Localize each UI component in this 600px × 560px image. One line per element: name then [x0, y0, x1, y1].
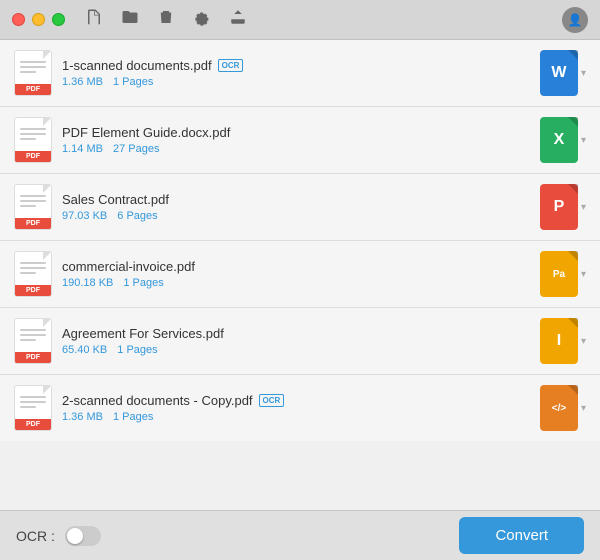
avatar-area: 👤 [562, 7, 588, 33]
file-size: 65.40 KB [62, 344, 107, 356]
bottom-bar: OCR : Convert [0, 510, 600, 560]
file-list: PDF 1-scanned documents.pdf OCR 1.36 MB 1 Pa… [0, 40, 600, 510]
close-button[interactable] [12, 13, 25, 26]
chevron-right-icon: ▾ [581, 269, 586, 280]
maximize-button[interactable] [52, 13, 65, 26]
pdf-icon: PDF [14, 318, 52, 364]
file-info: 2-scanned documents - Copy.pdf OCR 1.36 MB… [62, 393, 540, 423]
toolbar [85, 8, 247, 31]
chevron-right-icon: ▾ [581, 403, 586, 414]
file-pages[interactable]: 1 Pages [123, 277, 163, 289]
pdf-icon: PDF [14, 251, 52, 297]
chevron-right-icon: ▾ [581, 202, 586, 213]
file-size: 190.18 KB [62, 277, 113, 289]
file-pages[interactable]: 6 Pages [117, 210, 157, 222]
file-item: PDF commercial-invoice.pdf 190.18 KB 1 Page… [0, 241, 600, 308]
file-item: PDF 2-scanned documents - Copy.pdf OCR 1.36… [0, 375, 600, 441]
open-folder-icon[interactable] [121, 8, 139, 31]
file-name: Sales Contract.pdf [62, 192, 169, 207]
pdf-icon: PDF [14, 385, 52, 431]
file-size: 97.03 KB [62, 210, 107, 222]
file-info: Agreement For Services.pdf 65.40 KB 1 Page… [62, 326, 540, 356]
ocr-badge: OCR [218, 59, 244, 72]
output-format-icon[interactable]: Pa [540, 251, 578, 297]
ocr-label: OCR : [16, 528, 55, 544]
file-item: PDF 1-scanned documents.pdf OCR 1.36 MB 1 Pa… [0, 40, 600, 107]
file-item: PDF PDF Element Guide.docx.pdf 1.14 MB 27 P… [0, 107, 600, 174]
title-bar: 👤 [0, 0, 600, 40]
delete-icon[interactable] [157, 8, 175, 31]
file-size: 1.36 MB [62, 411, 103, 423]
avatar: 👤 [562, 7, 588, 33]
file-pages[interactable]: 27 Pages [113, 143, 159, 155]
file-info: 1-scanned documents.pdf OCR 1.36 MB 1 Pages [62, 58, 540, 88]
file-size: 1.36 MB [62, 76, 103, 88]
file-name: 1-scanned documents.pdf [62, 58, 212, 73]
file-pages[interactable]: 1 Pages [117, 344, 157, 356]
ocr-badge: OCR [259, 394, 285, 407]
file-name: commercial-invoice.pdf [62, 259, 195, 274]
file-size: 1.14 MB [62, 143, 103, 155]
file-pages[interactable]: 1 Pages [113, 411, 153, 423]
file-info: commercial-invoice.pdf 190.18 KB 1 Pages [62, 259, 540, 289]
file-name: 2-scanned documents - Copy.pdf [62, 393, 253, 408]
file-name: Agreement For Services.pdf [62, 326, 224, 341]
output-format-icon[interactable]: X [540, 117, 578, 163]
pdf-icon: PDF [14, 184, 52, 230]
new-file-icon[interactable] [85, 8, 103, 31]
file-pages[interactable]: 1 Pages [113, 76, 153, 88]
file-item: PDF Sales Contract.pdf 97.03 KB 6 Pages P▾ [0, 174, 600, 241]
chevron-right-icon: ▾ [581, 135, 586, 146]
file-name: PDF Element Guide.docx.pdf [62, 125, 230, 140]
output-format-icon[interactable]: I [540, 318, 578, 364]
ocr-toggle[interactable] [65, 526, 101, 546]
minimize-button[interactable] [32, 13, 45, 26]
traffic-lights [12, 13, 65, 26]
file-info: Sales Contract.pdf 97.03 KB 6 Pages [62, 192, 540, 222]
pdf-icon: PDF [14, 50, 52, 96]
convert-button[interactable]: Convert [459, 517, 584, 554]
upload-icon[interactable] [229, 8, 247, 31]
pdf-icon: PDF [14, 117, 52, 163]
chevron-right-icon: ▾ [581, 336, 586, 347]
output-format-icon[interactable]: W [540, 50, 578, 96]
settings-icon[interactable] [193, 8, 211, 31]
output-format-icon[interactable]: P [540, 184, 578, 230]
chevron-right-icon: ▾ [581, 68, 586, 79]
file-info: PDF Element Guide.docx.pdf 1.14 MB 27 Page… [62, 125, 540, 155]
file-item: PDF Agreement For Services.pdf 65.40 KB 1 P… [0, 308, 600, 375]
output-format-icon[interactable]: </> [540, 385, 578, 431]
